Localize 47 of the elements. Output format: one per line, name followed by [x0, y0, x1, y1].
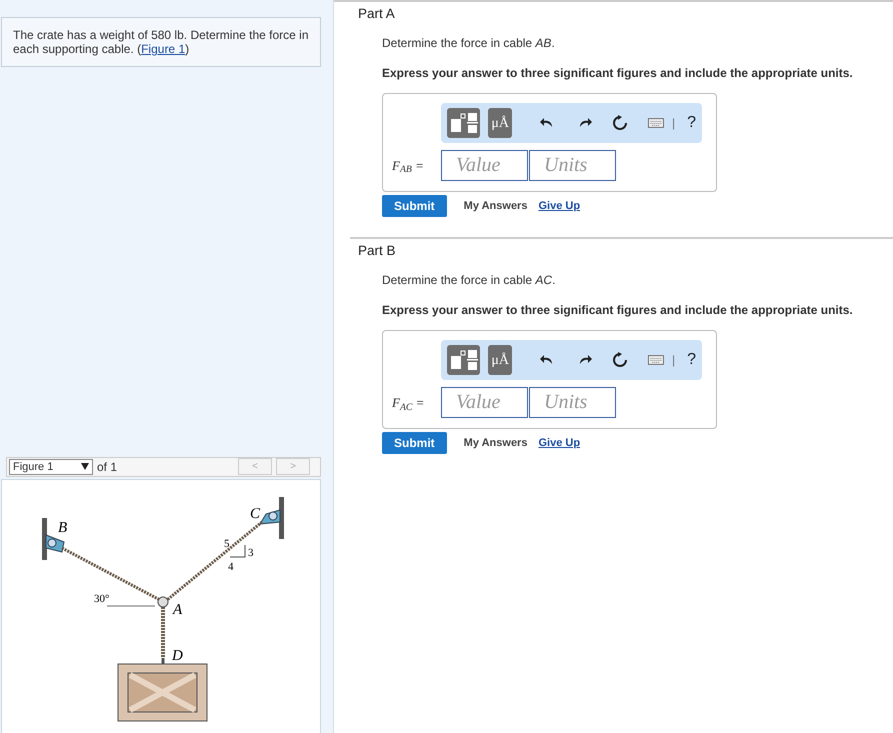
my-answers-link[interactable]: My Answers	[464, 435, 528, 452]
question-text: Determine the force in cable AC.	[382, 272, 556, 290]
point-label: B	[58, 520, 68, 536]
keyboard-icon[interactable]	[648, 117, 664, 130]
help-button[interactable]: ?	[687, 111, 696, 136]
figure-select[interactable]: Figure 1	[9, 458, 93, 475]
give-up-link[interactable]: Give Up	[538, 435, 580, 452]
reset-icon[interactable]	[612, 115, 628, 132]
help-button[interactable]: ?	[687, 348, 696, 372]
my-answers-link[interactable]: My Answers	[464, 198, 528, 214]
wall-mount-icon	[42, 518, 65, 560]
part-title: Part B	[357, 242, 397, 260]
instruction-text: Express your answer to three significant figures and include the appropriate units.	[382, 65, 854, 82]
templates-button[interactable]	[447, 345, 480, 376]
ring-icon	[158, 596, 168, 608]
point-label: C	[250, 506, 260, 522]
slope-label: 4	[228, 560, 234, 573]
question-text: Determine the force in cable AB.	[382, 35, 556, 52]
figure-count: of 1	[97, 458, 118, 476]
units-input[interactable]: Units	[529, 387, 616, 418]
value-input[interactable]: Value	[441, 387, 528, 418]
slope-label: 5	[224, 538, 230, 550]
instruction-text: Express your answer to three significant figures and include the appropriate units.	[382, 302, 854, 320]
point-label: A	[173, 602, 182, 618]
dropdown-arrow-icon	[81, 462, 89, 470]
keyboard-icon[interactable]	[648, 354, 664, 366]
units-button[interactable]: μÅ	[488, 345, 512, 376]
point-label: D	[172, 648, 183, 664]
answer-label: F$_{AB}$ =	[392, 156, 425, 176]
answer-label: F$_{AC}$ =	[392, 394, 426, 413]
submit-button[interactable]: Submit	[382, 195, 447, 218]
figure-link[interactable]: Figure 1	[141, 42, 186, 56]
wall-mount-icon	[259, 496, 284, 539]
slope-label: 3	[248, 546, 254, 559]
toolbar-divider: |	[672, 115, 676, 132]
templates-button[interactable]	[447, 108, 480, 138]
value-input[interactable]: Value	[441, 150, 528, 182]
units-button[interactable]: μÅ	[488, 108, 512, 138]
toolbar-divider: |	[672, 352, 676, 370]
reference-line	[106, 605, 156, 606]
reset-icon[interactable]	[612, 352, 628, 368]
give-up-link[interactable]: Give Up	[538, 198, 580, 214]
part-title: Part A	[357, 5, 396, 22]
problem-text: The crate has a weight of 580 lb. Determine the force in each supporting cable. (Figure 1)	[13, 28, 309, 57]
submit-button[interactable]: Submit	[382, 432, 447, 454]
angle-label: 30°	[94, 592, 110, 605]
units-input[interactable]: Units	[529, 150, 616, 182]
